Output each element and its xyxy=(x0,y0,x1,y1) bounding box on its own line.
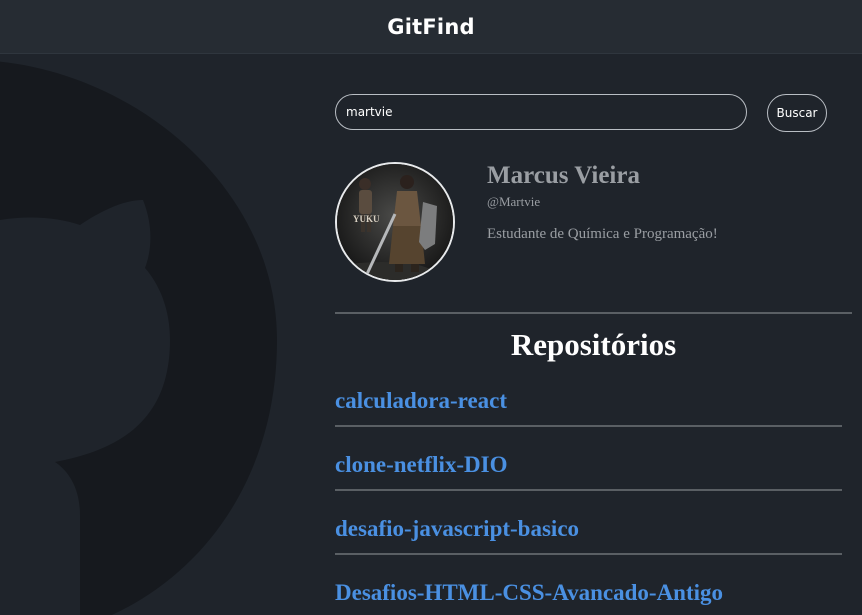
profile-name: Marcus Vieira xyxy=(487,162,640,189)
app-header: GitFind xyxy=(0,0,862,54)
repository-item: clone-netflix-DIO xyxy=(335,450,842,514)
repository-item: desafio-javascript-basico xyxy=(335,514,842,578)
section-divider xyxy=(335,312,852,314)
profile-bio: Estudante de Química e Programação! xyxy=(487,226,718,242)
repository-divider xyxy=(335,553,842,555)
avatar-caption: YUKU xyxy=(353,214,380,224)
repository-link[interactable]: desafio-javascript-basico xyxy=(335,516,579,542)
search-button[interactable]: Buscar xyxy=(767,94,827,132)
repository-item: calculadora-react xyxy=(335,386,842,450)
github-logo-background-icon xyxy=(0,61,277,615)
repository-divider xyxy=(335,425,842,427)
repositories-heading: Repositórios xyxy=(510,327,677,362)
repository-link[interactable]: clone-netflix-DIO xyxy=(335,452,507,478)
avatar-illustration: YUKU xyxy=(337,164,453,280)
repository-item: Desafios-HTML-CSS-Avancado-Antigo xyxy=(335,578,842,615)
profile-handle: @Martvie xyxy=(487,194,541,209)
repository-list: calculadora-react clone-netflix-DIO desa… xyxy=(335,386,842,615)
app-title: GitFind xyxy=(387,14,475,39)
profile-avatar: YUKU xyxy=(335,162,455,282)
repository-link[interactable]: calculadora-react xyxy=(335,388,507,414)
repository-link[interactable]: Desafios-HTML-CSS-Avancado-Antigo xyxy=(335,580,723,606)
repository-divider xyxy=(335,489,842,491)
username-search-input[interactable] xyxy=(335,94,747,130)
